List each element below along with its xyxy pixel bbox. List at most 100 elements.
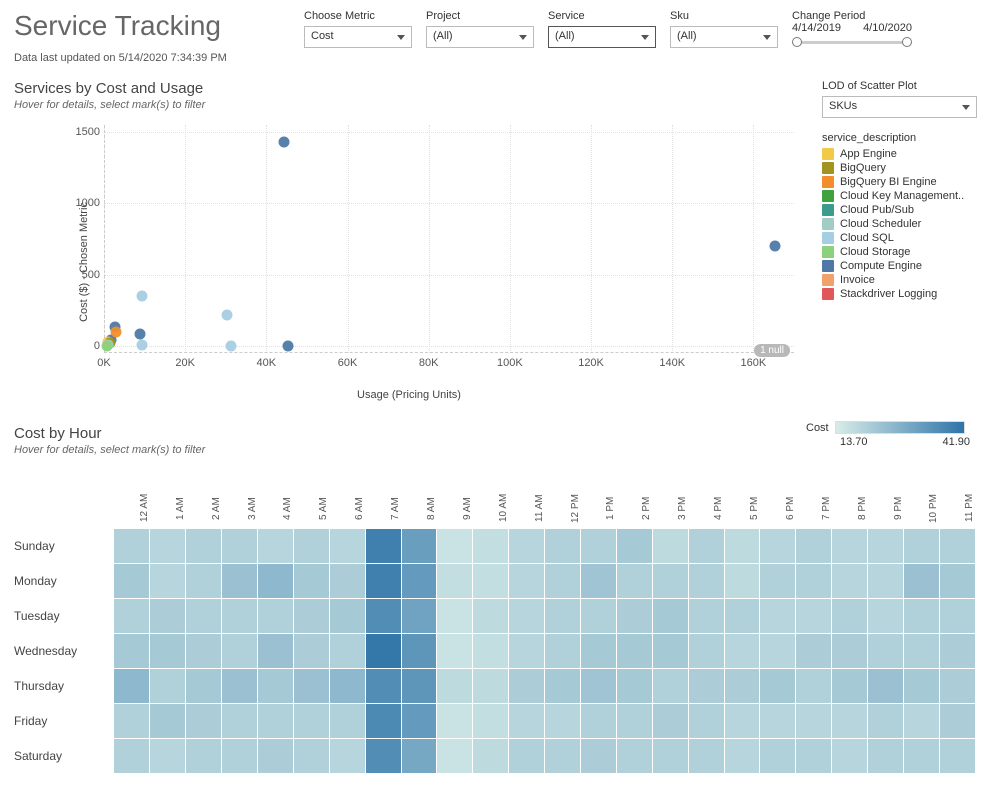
heatmap-cell[interactable] [150, 528, 186, 563]
heatmap-cell[interactable] [473, 528, 509, 563]
heatmap-cell[interactable] [437, 668, 473, 703]
heatmap-cell[interactable] [509, 563, 545, 598]
heatmap-cell[interactable] [293, 668, 329, 703]
heatmap-cell[interactable] [939, 738, 975, 773]
legend-item[interactable]: Cloud Scheduler [822, 218, 977, 230]
heatmap-cell[interactable] [509, 598, 545, 633]
scatter-point[interactable] [221, 309, 232, 320]
heatmap-cell[interactable] [365, 528, 401, 563]
heatmap-cell[interactable] [580, 633, 616, 668]
scatter-point[interactable] [769, 241, 780, 252]
heatmap-cell[interactable] [652, 738, 688, 773]
heatmap-cell[interactable] [222, 633, 258, 668]
scatter-chart[interactable]: Cost ($) - Chosen Metric Usage (Pricing … [14, 117, 804, 407]
heatmap-cell[interactable] [401, 668, 437, 703]
filter-metric-select[interactable]: Cost [304, 26, 412, 48]
heatmap-cell[interactable] [616, 668, 652, 703]
heatmap-cell[interactable] [473, 703, 509, 738]
heatmap-cell[interactable] [760, 703, 796, 738]
heatmap-cell[interactable] [724, 563, 760, 598]
heatmap-cell[interactable] [580, 703, 616, 738]
heatmap-cell[interactable] [186, 528, 222, 563]
heatmap-cell[interactable] [796, 633, 832, 668]
scatter-point[interactable] [278, 137, 289, 148]
heatmap-cell[interactable] [509, 703, 545, 738]
heatmap-cell[interactable] [652, 528, 688, 563]
heatmap-cell[interactable] [760, 528, 796, 563]
heatmap-cell[interactable] [724, 738, 760, 773]
heatmap-cell[interactable] [868, 528, 904, 563]
legend-item[interactable]: Stackdriver Logging [822, 288, 977, 300]
heatmap-cell[interactable] [832, 668, 868, 703]
heatmap-cell[interactable] [903, 598, 939, 633]
heatmap-cell[interactable] [545, 633, 581, 668]
heatmap-cell[interactable] [832, 703, 868, 738]
heatmap-cell[interactable] [796, 528, 832, 563]
scatter-point[interactable] [102, 340, 113, 351]
heatmap-cell[interactable] [939, 598, 975, 633]
heatmap-cell[interactable] [186, 738, 222, 773]
heatmap-cell[interactable] [939, 668, 975, 703]
scatter-point[interactable] [136, 340, 147, 351]
heatmap-cell[interactable] [545, 563, 581, 598]
legend-item[interactable]: Invoice [822, 274, 977, 286]
heatmap-cell[interactable] [114, 633, 150, 668]
heatmap-cell[interactable] [186, 703, 222, 738]
heatmap-cell[interactable] [257, 563, 293, 598]
heatmap-cell[interactable] [329, 703, 365, 738]
heatmap-cell[interactable] [545, 738, 581, 773]
heatmap-cell[interactable] [580, 598, 616, 633]
heatmap-cell[interactable] [903, 703, 939, 738]
heatmap-cell[interactable] [150, 703, 186, 738]
heatmap-cell[interactable] [868, 563, 904, 598]
heatmap-cell[interactable] [616, 633, 652, 668]
scatter-null-badge[interactable]: 1 null [754, 344, 790, 357]
heatmap-cell[interactable] [257, 528, 293, 563]
filter-sku-select[interactable]: (All) [670, 26, 778, 48]
heatmap-cell[interactable] [616, 528, 652, 563]
heatmap-cell[interactable] [939, 528, 975, 563]
scatter-point[interactable] [282, 340, 293, 351]
heatmap-cell[interactable] [545, 703, 581, 738]
heatmap-cell[interactable] [688, 668, 724, 703]
heatmap-cell[interactable] [329, 633, 365, 668]
heatmap-cell[interactable] [150, 738, 186, 773]
heatmap-cell[interactable] [222, 528, 258, 563]
heatmap-cell[interactable] [616, 563, 652, 598]
heatmap-cell[interactable] [437, 563, 473, 598]
heatmap-cell[interactable] [724, 598, 760, 633]
heatmap-cell[interactable] [293, 563, 329, 598]
heatmap-cell[interactable] [257, 633, 293, 668]
heatmap-cell[interactable] [724, 633, 760, 668]
heatmap-cell[interactable] [760, 598, 796, 633]
heatmap-cell[interactable] [473, 738, 509, 773]
heatmap-cell[interactable] [114, 598, 150, 633]
heatmap-cell[interactable] [186, 598, 222, 633]
period-slider[interactable] [792, 36, 912, 50]
heatmap-cell[interactable] [903, 563, 939, 598]
legend-item[interactable]: Cloud Pub/Sub [822, 204, 977, 216]
heatmap-cell[interactable] [832, 598, 868, 633]
heatmap-cell[interactable] [257, 738, 293, 773]
heatmap-cell[interactable] [365, 668, 401, 703]
heatmap-cell[interactable] [365, 703, 401, 738]
heatmap-cell[interactable] [688, 738, 724, 773]
heatmap-cell[interactable] [580, 528, 616, 563]
heatmap-cell[interactable] [329, 668, 365, 703]
heatmap-cell[interactable] [832, 528, 868, 563]
heatmap-cell[interactable] [796, 598, 832, 633]
heatmap-cell[interactable] [222, 668, 258, 703]
heatmap-cell[interactable] [652, 703, 688, 738]
heatmap-cell[interactable] [652, 668, 688, 703]
heatmap-cell[interactable] [580, 563, 616, 598]
heatmap-cell[interactable] [473, 598, 509, 633]
heatmap-cell[interactable] [293, 528, 329, 563]
heatmap-cell[interactable] [150, 668, 186, 703]
heatmap-cell[interactable] [186, 668, 222, 703]
heatmap-cell[interactable] [652, 633, 688, 668]
heatmap-cell[interactable] [473, 633, 509, 668]
heatmap-cell[interactable] [222, 598, 258, 633]
heatmap-cell[interactable] [796, 668, 832, 703]
heatmap-cell[interactable] [868, 598, 904, 633]
filter-service-select[interactable]: (All) [548, 26, 656, 48]
